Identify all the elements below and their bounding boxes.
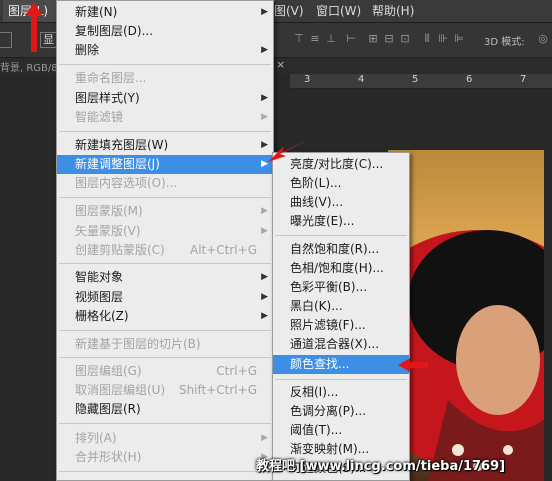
mode-3d-label: 3D 模式:: [484, 37, 525, 48]
distribute-hcenter-icon[interactable]: ⊪: [436, 33, 450, 45]
ruler-tick-label: 6: [466, 74, 473, 85]
document-tab-label[interactable]: 背景, RGB/8: [0, 59, 58, 74]
submenu-item-curves[interactable]: 曲线(V)...: [273, 193, 409, 212]
submenu-arrow-icon: ▶: [261, 311, 268, 321]
menu-item-arrange[interactable]: 排列(A) ▶: [57, 429, 273, 448]
menu-separator: [59, 357, 271, 358]
submenu-arrow-icon: ▶: [261, 292, 268, 302]
submenu-item-invert[interactable]: 反相(I)...: [273, 383, 409, 402]
distribute-bottom-icon[interactable]: ⊡: [398, 33, 412, 45]
align-vcenter-icon[interactable]: ≡: [308, 33, 322, 45]
ruler-tick-label: 7: [520, 74, 527, 85]
menu-item-new-adjustment-layer[interactable]: 新建调整图层(J) ▶: [57, 155, 273, 174]
submenu-arrow-icon: ▶: [261, 7, 268, 17]
submenu-arrow-icon: ▶: [261, 272, 268, 282]
menu-item-smart-filter[interactable]: 智能滤镜 ▶: [57, 108, 273, 127]
menu-separator: [59, 471, 271, 472]
ruler-tick-label: 4: [358, 74, 365, 85]
align-top-icon[interactable]: ⊤: [292, 33, 306, 45]
menu-separator: [59, 423, 271, 424]
horizontal-ruler: 3 4 5 6 7: [290, 74, 552, 89]
submenu-item-exposure[interactable]: 曝光度(E)...: [273, 212, 409, 231]
distribute-left-icon[interactable]: ⫴: [420, 33, 434, 45]
submenu-item-color-balance[interactable]: 色彩平衡(B)...: [273, 278, 409, 297]
submenu-item-black-white[interactable]: 黑白(K)...: [273, 297, 409, 316]
distribute-vcenter-icon[interactable]: ⊟: [382, 33, 396, 45]
ruler-tick-label: 5: [412, 74, 419, 85]
submenu-item-threshold[interactable]: 阈值(T)...: [273, 421, 409, 440]
menu-item-rename-layer[interactable]: 重命名图层...: [57, 69, 273, 88]
submenu-item-levels[interactable]: 色阶(L)...: [273, 174, 409, 193]
menu-item-new-fill-layer[interactable]: 新建填充图层(W) ▶: [57, 136, 273, 155]
menu-item-smart-object[interactable]: 智能对象 ▶: [57, 268, 273, 287]
photo-illustration: [388, 230, 544, 481]
submenu-item-posterize[interactable]: 色调分离(P)...: [273, 402, 409, 421]
shortcut-label: Ctrl+G: [216, 364, 257, 378]
menu-separator: [59, 131, 271, 132]
red-arrow-up-icon: [25, 2, 43, 52]
distribute-right-icon[interactable]: ⊫: [452, 33, 466, 45]
layer-menu: 新建(N) ▶ 复制图层(D)... 删除 ▶ 重命名图层... 图层样式(Y) ▶ …: [56, 0, 274, 481]
adjustment-layer-submenu: 亮度/对比度(C)... 色阶(L)... 曲线(V)... 曝光度(E)...…: [272, 152, 410, 481]
menu-item-delete[interactable]: 删除 ▶: [57, 41, 273, 60]
menu-item-combine-shapes[interactable]: 合并形状(H) ▶: [57, 448, 273, 467]
menu-help[interactable]: 帮助(H): [372, 0, 414, 22]
submenu-arrow-icon: ▶: [261, 93, 268, 103]
menu-item-video-layer[interactable]: 视频图层 ▶: [57, 288, 273, 307]
red-arrow-diagonal-icon: [268, 138, 312, 162]
submenu-item-color-lookup[interactable]: 颜色查找...: [273, 355, 409, 374]
menu-item-new[interactable]: 新建(N) ▶: [57, 3, 273, 22]
menu-window[interactable]: 窗口(W): [316, 0, 361, 22]
menu-separator: [59, 64, 271, 65]
submenu-arrow-icon: ▶: [261, 206, 268, 216]
menu-separator: [59, 197, 271, 198]
menu-item-layer-content-options[interactable]: 图层内容选项(O)...: [57, 174, 273, 193]
submenu-item-vibrance[interactable]: 自然饱和度(R)...: [273, 240, 409, 259]
submenu-item-photo-filter[interactable]: 照片滤镜(F)...: [273, 316, 409, 335]
shortcut-label: Alt+Ctrl+G: [189, 243, 257, 257]
menu-separator: [275, 379, 407, 380]
submenu-item-channel-mixer[interactable]: 通道混合器(X)...: [273, 335, 409, 354]
menu-separator: [59, 330, 271, 331]
distribute-top-icon[interactable]: ⊞: [366, 33, 380, 45]
menu-item-layer-style[interactable]: 图层样式(Y) ▶: [57, 89, 273, 108]
menu-item-layer-mask[interactable]: 图层蒙版(M) ▶: [57, 202, 273, 221]
menu-separator: [59, 263, 271, 264]
menu-separator: [275, 235, 407, 236]
menu-item-vector-mask[interactable]: 矢量蒙版(V) ▶: [57, 222, 273, 241]
menu-item-new-layer-based-slice[interactable]: 新建基于图层的切片(B): [57, 335, 273, 354]
3d-rotate-icon[interactable]: ◎: [536, 33, 550, 45]
tool-preset-dropdown[interactable]: [0, 32, 12, 48]
shortcut-label: Shift+Ctrl+G: [178, 383, 257, 397]
menu-item-rasterize[interactable]: 栅格化(Z) ▶: [57, 307, 273, 326]
align-left-icon[interactable]: ⊢: [344, 33, 358, 45]
submenu-arrow-icon: ▶: [261, 226, 268, 236]
menu-item-hide-layers[interactable]: 隐藏图层(R): [57, 400, 273, 419]
ruler-tick-label: 3: [304, 74, 311, 85]
submenu-item-hue-saturation[interactable]: 色相/饱和度(H)...: [273, 259, 409, 278]
canvas-photo[interactable]: [388, 150, 544, 481]
red-arrow-left-icon: [398, 358, 428, 372]
menu-item-ungroup-layers[interactable]: 取消图层编组(U) Shift+Ctrl+G: [57, 381, 273, 400]
submenu-arrow-icon: ▶: [261, 45, 268, 55]
menu-item-duplicate-layer[interactable]: 复制图层(D)...: [57, 22, 273, 41]
watermark-text: 教程吧 [www.lincg.com/tieba/1769]: [256, 459, 506, 474]
align-bottom-icon[interactable]: ⊥: [324, 33, 338, 45]
menu-view[interactable]: 图(V): [274, 0, 304, 22]
tab-close-icon[interactable]: ×: [276, 58, 285, 71]
menu-item-group-layers[interactable]: 图层编组(G) Ctrl+G: [57, 362, 273, 381]
submenu-arrow-icon: ▶: [261, 112, 268, 122]
menu-item-create-clipping-mask[interactable]: 创建剪贴蒙版(C) Alt+Ctrl+G: [57, 241, 273, 260]
submenu-arrow-icon: ▶: [261, 433, 268, 443]
